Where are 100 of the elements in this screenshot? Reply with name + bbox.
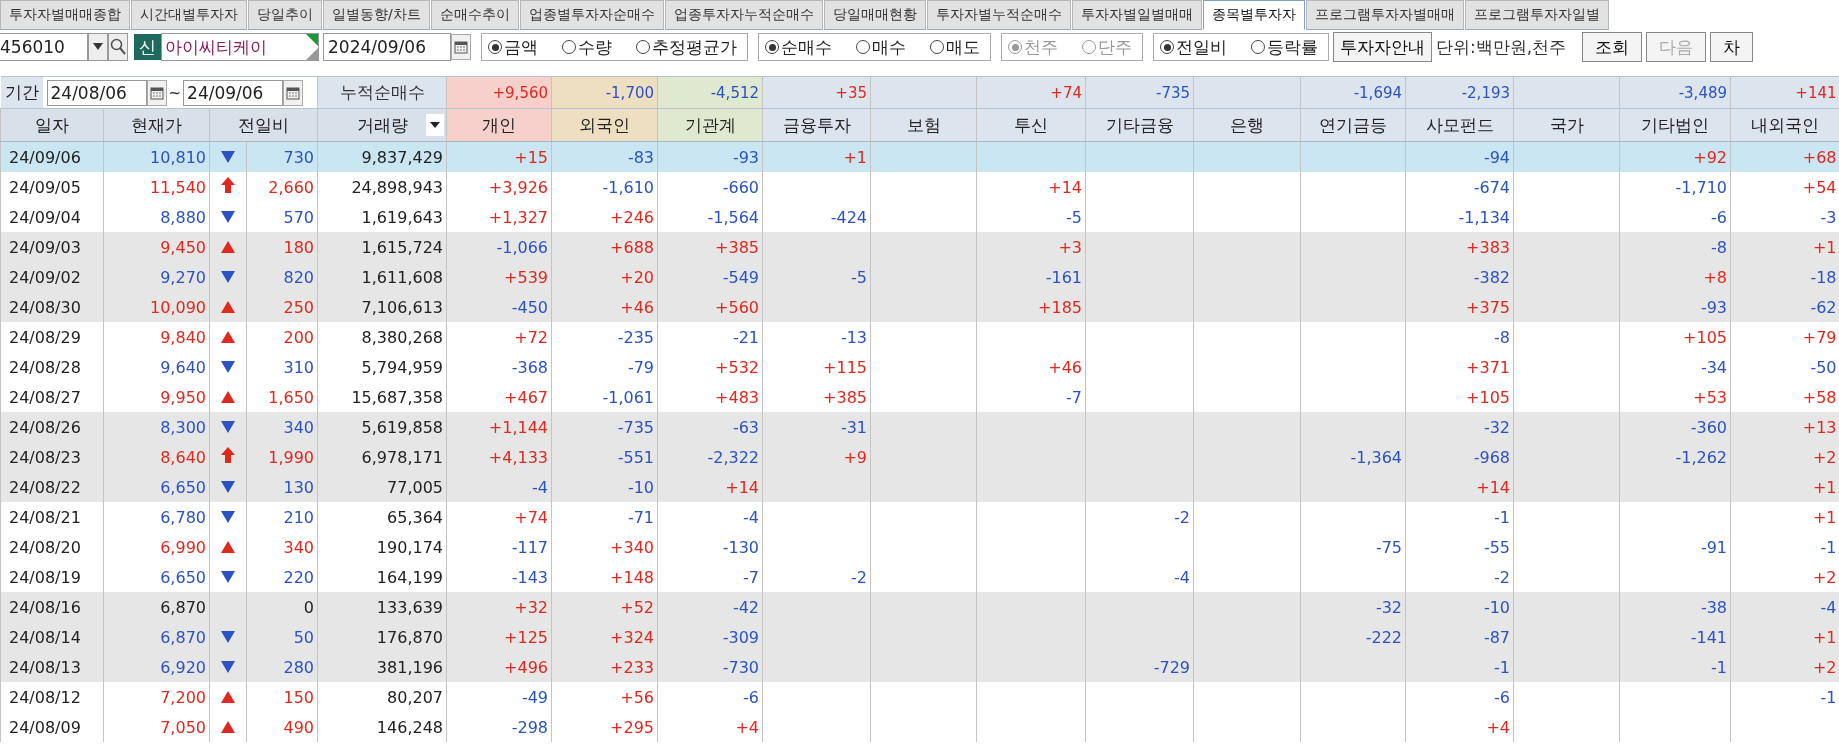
table-row[interactable]: 24/08/22 6,650 130 77,005 -4 -10 +14 +14 +1	[0, 472, 1839, 502]
table-cell: -1	[1730, 682, 1839, 712]
table-cell: +4	[1405, 712, 1514, 742]
radio-option[interactable]: 등락률	[1251, 35, 1318, 59]
table-cell: -94	[1405, 141, 1514, 172]
table-cell: 1,650	[246, 382, 318, 412]
radio-option[interactable]: 매도	[930, 35, 980, 59]
table-cell: +148	[551, 562, 658, 592]
table-cell: -1	[1405, 652, 1514, 682]
table-row[interactable]: 24/08/16 6,870 0 133,639 +32 +52 -42 -32 -10 -38 -4	[0, 592, 1839, 622]
table-cell: +383	[1405, 232, 1514, 262]
radio-option[interactable]: 매수	[856, 35, 906, 59]
table-cell: 24/08/16	[0, 592, 104, 622]
tab[interactable]: 당일매매현황	[823, 0, 926, 30]
table-row[interactable]: 24/09/05 11,540 2,660 24,898,943 +3,926 -1,610 -660 +14 -674 -1,710 +54	[0, 172, 1839, 202]
end-date-field[interactable]: 24/09/06	[183, 79, 284, 106]
table-row[interactable]: 24/08/27 9,950 1,650 15,687,358 +467 -1,061 +483 +385 -7 +105 +53 +58	[0, 382, 1839, 412]
table-cell: 10,810	[103, 141, 210, 172]
table-row[interactable]: 24/08/20 6,990 340 190,174 -117 +340 -130 -75 -55 -91 -1	[0, 532, 1839, 562]
table-cell: -161	[976, 262, 1086, 292]
column-header: 금융투자	[762, 108, 871, 142]
table-cell: -3	[1730, 202, 1839, 232]
table-cell: 24,898,943	[317, 172, 447, 202]
table-row[interactable]: 24/08/29 9,840 200 8,380,268 +72 -235 -21 -13 -8 +105 +79	[0, 322, 1839, 352]
table-cell: -6	[1405, 682, 1514, 712]
radio-option[interactable]: 전일비	[1160, 35, 1227, 59]
calendar-icon[interactable]	[451, 34, 471, 60]
table-cell: +79	[1730, 322, 1839, 352]
down-triangle-icon	[221, 210, 235, 223]
column-header[interactable]: 거래량	[317, 108, 447, 142]
down-triangle-icon	[221, 420, 235, 433]
table-row[interactable]: 24/08/23 8,640 1,990 6,978,171 +4,133 -551 -2,322 +9 -1,364 -968 -1,262 +2	[0, 442, 1839, 472]
table-row[interactable]: 24/08/13 6,920 280 381,196 +496 +233 -730 -729 -1 -1 +2	[0, 652, 1839, 682]
tab[interactable]: 프로그램투자자별매매	[1305, 0, 1464, 30]
summary-cell: -4,512	[657, 76, 763, 109]
table-cell: 820	[246, 262, 318, 292]
table-row[interactable]: 24/08/21 6,780 210 65,364 +74 -71 -4 -2 -1 +1	[0, 502, 1839, 532]
table-cell: 24/08/20	[0, 532, 104, 562]
table-cell: +324	[551, 622, 658, 652]
table-row[interactable]: 24/09/04 8,880 570 1,619,643 +1,327 +246 -1,564 -424 -5 -1,134 -6 -3	[0, 202, 1839, 232]
radio-option[interactable]: 금액	[488, 35, 538, 59]
tab[interactable]: 업종투자자누적순매수	[664, 0, 823, 30]
table-cell: -424	[762, 202, 871, 232]
table-cell: -360	[1619, 412, 1731, 442]
table-cell: +105	[1405, 382, 1514, 412]
market-badge: 신	[134, 34, 161, 60]
table-row[interactable]: 24/08/09 7,050 490 146,248 -298 +295 +4 +4	[0, 712, 1839, 742]
column-header: 개인	[446, 108, 552, 142]
table-cell: +4	[657, 712, 763, 742]
search-button[interactable]	[108, 33, 128, 61]
dropdown-icon[interactable]	[426, 114, 444, 136]
table-cell: -75	[1300, 532, 1406, 562]
start-date-field[interactable]: 24/08/06	[46, 79, 147, 106]
calendar-icon[interactable]	[146, 79, 167, 106]
tab[interactable]: 투자자별일별매매	[1071, 0, 1202, 30]
tab[interactable]: 업종별투자자순매수	[519, 0, 664, 30]
tab[interactable]: 일별동향/차트	[323, 0, 430, 30]
tab[interactable]: 투자자별누적순매수	[926, 0, 1071, 30]
table-row[interactable]: 24/09/02 9,270 820 1,611,608 +539 +20 -549 -5 -161 -382 +8 -18	[0, 262, 1839, 292]
column-header: 기관계	[657, 108, 763, 142]
tab[interactable]: 투자자별매매종합	[0, 0, 130, 30]
date-field[interactable]: 2024/09/06	[323, 33, 451, 61]
table-row[interactable]: 24/09/06 10,810 730 9,837,429 +15 -83 -93 +1 -94 +92 +68	[0, 141, 1839, 172]
dropdown-button[interactable]	[88, 33, 108, 61]
table-row[interactable]: 24/08/12 7,200 150 80,207 -49 +56 -6 -6 -1	[0, 682, 1839, 712]
table-cell: 164,199	[317, 562, 447, 592]
table-row[interactable]: 24/08/26 8,300 340 5,619,858 +1,144 -735 -63 -31 -32 -360 +13	[0, 412, 1839, 442]
table-row[interactable]: 24/08/30 10,090 250 7,106,613 -450 +46 +560 +185 +375 -93 -62	[0, 292, 1839, 322]
table-cell: 2,660	[246, 172, 318, 202]
table-cell: 5,619,858	[317, 412, 447, 442]
table-row[interactable]: 24/08/28 9,640 310 5,794,959 -368 -79 +532 +115 +46 +371 -34 -50	[0, 352, 1839, 382]
toolbar-button[interactable]: 차	[1710, 32, 1754, 62]
radio-option[interactable]: 수량	[562, 35, 612, 59]
radio-option[interactable]: 추정평균가	[636, 35, 737, 59]
table-cell: -1,262	[1619, 442, 1731, 472]
table-cell: -8	[1619, 232, 1731, 262]
tab[interactable]: 당일추이	[248, 0, 322, 30]
table-cell: -63	[657, 412, 763, 442]
tab[interactable]: 순매수추이	[430, 0, 519, 30]
table-cell: 1,990	[246, 442, 318, 472]
calendar-icon[interactable]	[283, 79, 304, 106]
table-row[interactable]: 24/09/03 9,450 180 1,615,724 -1,066 +688 +385 +3 +383 -8 +1	[0, 232, 1839, 262]
table-cell: +467	[446, 382, 552, 412]
table-cell: 5,794,959	[317, 352, 447, 382]
tab[interactable]: 종목별투자자	[1202, 0, 1305, 30]
stock-name-field[interactable]: 아이씨티케이	[161, 33, 319, 61]
down-triangle-icon	[221, 270, 235, 283]
tab[interactable]: 시간대별투자자	[131, 0, 247, 30]
radio-option[interactable]: 순매수	[765, 35, 832, 59]
table-row[interactable]: 24/08/19 6,650 220 164,199 -143 +148 -7 -2 -4 -2 +2	[0, 562, 1839, 592]
table-cell: -8	[1405, 322, 1514, 352]
toolbar-button[interactable]: 조회	[1582, 32, 1643, 62]
table-cell: -91	[1619, 532, 1731, 562]
tab[interactable]: 프로그램투자자일별	[1464, 0, 1609, 30]
table-cell: -1,610	[551, 172, 658, 202]
table-cell: +2	[1730, 442, 1839, 472]
table-cell: -368	[446, 352, 552, 382]
investor-guide-button[interactable]: 투자자안내	[1333, 32, 1432, 62]
table-cell: +115	[762, 352, 871, 382]
table-row[interactable]: 24/08/14 6,870 50 176,870 +125 +324 -309 -222 -87 -141 +1	[0, 622, 1839, 652]
